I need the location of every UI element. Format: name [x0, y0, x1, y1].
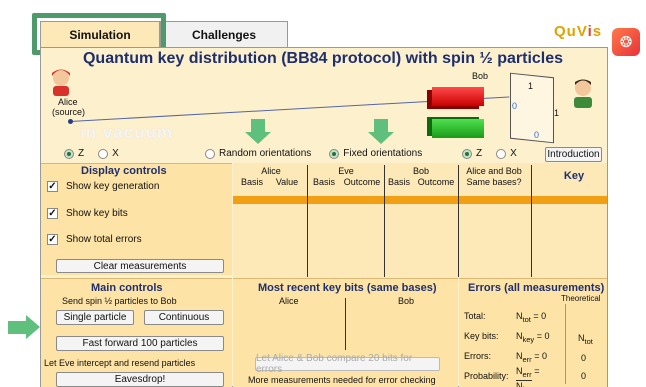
errors-keybits-label: Key bits: [464, 331, 499, 341]
show-key-bits-row: ✓ Show key bits [47, 208, 128, 219]
quvis-logo: QuVis [554, 23, 602, 40]
eavesdrop-button[interactable]: Eavesdrop! [56, 372, 224, 387]
particle-source-dot [68, 119, 73, 124]
bob-avatar [574, 79, 592, 108]
recent-bits-divider [345, 298, 346, 350]
source-basis-x-radio[interactable] [98, 148, 109, 159]
stern-gerlach-magnet-south [432, 119, 484, 138]
continuous-button[interactable]: Continuous [144, 310, 224, 325]
alice-label: Alice [58, 97, 78, 107]
detector-tick-right: 1 [554, 108, 560, 118]
col-eve: Eve [338, 166, 354, 176]
main-controls-title: Main controls [91, 282, 163, 294]
show-key-generation-label: Show key generation [66, 181, 160, 192]
col-key: Key [563, 170, 585, 182]
source-basis-z-label: Z [78, 148, 85, 159]
col-alice-value: Value [275, 177, 299, 187]
display-controls-title: Display controls [81, 165, 167, 177]
tab-challenges[interactable]: Challenges [160, 21, 288, 47]
eve-intercept-label: Let Eve intercept and resend particles [44, 358, 196, 368]
show-key-bits-label: Show key bits [66, 208, 128, 219]
key-generation-highlight-bar [233, 196, 607, 204]
col-alice: Alice [261, 166, 281, 176]
col-eve-outcome: Outcome [343, 177, 381, 187]
errors-total-label: Total: [464, 311, 486, 321]
show-key-generation-row: ✓ Show key generation [47, 181, 159, 192]
theoretical-label: Theoretical [561, 294, 601, 303]
table-divider [384, 165, 385, 277]
page-title: Quantum key distribution (BB84 protocol)… [82, 50, 564, 67]
show-total-errors-checkbox[interactable]: ✓ [47, 234, 58, 245]
logo-part-qu: QuV [554, 23, 588, 40]
detector-basis-x-radio[interactable] [496, 148, 507, 159]
detector-basis-z-label: Z [476, 148, 483, 159]
main-controls-panel [41, 278, 232, 387]
detector-tick-left: 0 [512, 101, 518, 111]
detector-basis-z-radio[interactable] [462, 148, 472, 159]
orientation-radio-group: Random orientations Fixed orientations [205, 148, 422, 159]
compare-bits-button[interactable]: Let Alice & Bob compare 20 bits for erro… [255, 353, 440, 375]
table-divider [307, 165, 308, 277]
col-bob-basis: Basis [387, 177, 410, 187]
source-basis-radio-group: Z X [64, 148, 119, 159]
alice-source-label: (source) [52, 107, 86, 117]
medium-label: in vacuum [80, 123, 174, 142]
table-divider [458, 165, 459, 277]
logo-part-s: s [592, 23, 603, 40]
col-eve-basis: Basis [312, 177, 335, 187]
table-divider [531, 165, 532, 277]
errors-probability-label: Probability: [464, 371, 509, 381]
show-key-generation-checkbox[interactable]: ✓ [47, 181, 58, 192]
clear-measurements-button[interactable]: Clear measurements [56, 259, 224, 273]
random-orientations-label: Random orientations [219, 148, 312, 159]
errors-total-value: Ntot = 0 [516, 311, 547, 324]
single-particle-button[interactable]: Single particle [56, 310, 134, 325]
detector-tick-top: 1 [528, 81, 534, 91]
show-total-errors-row: ✓ Show total errors [47, 234, 142, 245]
bob-label: Bob [472, 71, 489, 81]
fast-forward-button[interactable]: Fast forward 100 particles [56, 336, 224, 351]
fixed-orientations-radio[interactable] [329, 148, 340, 159]
errors-divider [565, 304, 566, 384]
col-same-bases-1: Alice and Bob [466, 166, 522, 176]
col-alice-basis: Basis [240, 177, 263, 187]
errors-errors-value: Nerr = 0 [516, 351, 547, 364]
recent-bits-bob-label: Bob [398, 296, 415, 306]
show-total-errors-label: Show total errors [66, 234, 142, 245]
errors-keybits-value: Nkey = 0 [516, 331, 550, 344]
errors-probability-fraction: Nerr = Nkey [516, 366, 540, 387]
col-same-bases-2: Same bases? [466, 177, 522, 187]
errors-probability-theory: 0 [581, 371, 587, 381]
source-basis-x-label: X [112, 148, 119, 159]
errors-errors-label: Errors: [464, 351, 491, 361]
detector-basis-radio-group: Z X [462, 148, 517, 159]
introduction-button[interactable]: Introduction [545, 147, 602, 162]
detector-basis-x-label: X [510, 148, 517, 159]
send-particles-label: Send spin ½ particles to Bob [62, 296, 177, 306]
source-basis-z-radio[interactable] [64, 148, 74, 159]
fixed-orientations-label: Fixed orientations [343, 148, 423, 159]
stern-gerlach-magnet-north [432, 87, 484, 106]
tab-challenges-label: Challenges [191, 27, 257, 42]
error-check-note: More measurements needed for error check… [248, 375, 436, 385]
col-bob-outcome: Outcome [417, 177, 455, 187]
alice-avatar [52, 69, 70, 96]
show-key-bits-checkbox[interactable]: ✓ [47, 208, 58, 219]
recent-bits-alice-label: Alice [279, 296, 299, 306]
errors-title: Errors (all measurements) [468, 282, 605, 294]
errors-keybits-theory: Ntot [578, 333, 593, 346]
col-bob: Bob [412, 166, 429, 176]
detector-tick-bottom: 0 [534, 130, 540, 140]
errors-errors-theory: 0 [581, 353, 587, 363]
recent-key-bits-title: Most recent key bits (same bases) [258, 282, 437, 294]
random-orientations-radio[interactable] [205, 148, 215, 159]
